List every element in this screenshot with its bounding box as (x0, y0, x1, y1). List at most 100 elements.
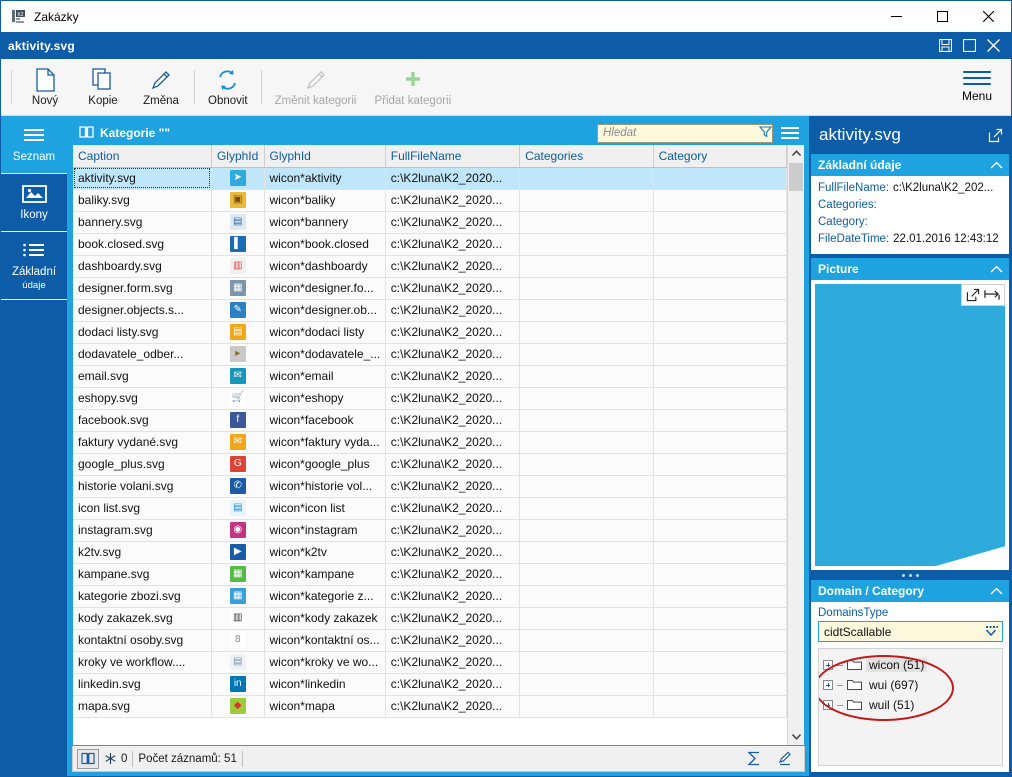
table-row[interactable]: google_plus.svgGwicon*google_plusc:\K2lu… (73, 453, 787, 475)
table-row[interactable]: dodaci listy.svg▤wicon*dodaci listyc:\K2… (73, 321, 787, 343)
cell-category (653, 519, 786, 541)
picture-preview[interactable] (815, 284, 1005, 566)
table-row[interactable]: faktury vydané.svg✉wicon*faktury vyda...… (73, 431, 787, 453)
cell-categories (520, 189, 653, 211)
change-category-button[interactable]: Změnit kategorii (266, 61, 366, 113)
chevron-down-icon[interactable] (984, 625, 999, 638)
table-row[interactable]: designer.objects.s...✎wicon*designer.ob.… (73, 299, 787, 321)
table-row[interactable]: email.svg✉wicon*emailc:\K2luna\K2_2020..… (73, 365, 787, 387)
instagram-icon: ◉ (230, 522, 246, 538)
table-row[interactable]: kampane.svg▦wicon*kampanec:\K2luna\K2_20… (73, 563, 787, 585)
close-icon[interactable] (987, 39, 1000, 52)
workflow-steps-icon: ▤ (230, 654, 246, 670)
tree-node[interactable]: wui (697) (823, 675, 998, 695)
sidebar-item-zakladni-udaje[interactable]: Základní údaje (1, 232, 67, 300)
tree-node[interactable]: wuil (51) (823, 695, 998, 715)
chevron-up-icon[interactable] (990, 265, 1005, 274)
table-row[interactable]: kroky ve workflow....▤wicon*kroky ve wo.… (73, 651, 787, 673)
table-row[interactable]: eshopy.svg🛒wicon*eshopyc:\K2luna\K2_2020… (73, 387, 787, 409)
save-icon[interactable] (939, 39, 952, 52)
table-row[interactable]: book.closed.svg▌wicon*book.closedc:\K2lu… (73, 233, 787, 255)
cell-category (653, 277, 786, 299)
scroll-down-arrow-icon[interactable] (788, 728, 805, 745)
close-button[interactable] (965, 1, 1011, 32)
funnel-icon[interactable] (759, 125, 772, 141)
scroll-up-arrow-icon[interactable] (788, 145, 805, 162)
column-header-glyphid[interactable]: GlyphId (264, 145, 385, 167)
copy-button[interactable]: Kopie (74, 61, 132, 113)
table-row[interactable]: kontaktní osoby.svg8wicon*kontaktní os..… (73, 629, 787, 651)
sigma-icon[interactable] (743, 749, 765, 769)
table-row[interactable]: k2tv.svg▶wicon*k2tvc:\K2luna\K2_2020... (73, 541, 787, 563)
cell-glyph-icon: ▥ (211, 255, 264, 277)
column-header-category[interactable]: Category (653, 145, 786, 167)
search-input[interactable] (603, 127, 759, 139)
svg-text:K2: K2 (17, 12, 23, 18)
book-open-icon[interactable] (77, 749, 99, 769)
scrollbar-thumb[interactable] (789, 163, 803, 191)
section-basic-data-header[interactable]: Základní údaje (811, 154, 1009, 176)
column-header-fullfilename[interactable]: FullFileName (385, 145, 519, 167)
menu-button[interactable]: Menu (949, 61, 1005, 113)
fit-width-icon[interactable] (984, 288, 1000, 302)
search-box[interactable] (597, 124, 773, 143)
table-row[interactable]: historie volani.svg✆wicon*historie vol..… (73, 475, 787, 497)
minimize-button[interactable] (873, 1, 919, 32)
table-row[interactable]: designer.form.svg▦wicon*designer.fo...c:… (73, 277, 787, 299)
expand-plus-icon[interactable] (823, 680, 833, 690)
grid-menu-icon[interactable] (779, 127, 801, 139)
table-row[interactable]: bannery.svg▤wicon*banneryc:\K2luna\K2_20… (73, 211, 787, 233)
open-external-icon[interactable] (966, 288, 980, 302)
tree-node-label: wuil (51) (866, 698, 917, 712)
domain-tree[interactable]: wicon (51)wui (697) wuil (51) (818, 648, 1003, 766)
panel-splitter-handle[interactable] (811, 570, 1009, 580)
tree-node[interactable]: wicon (51) (823, 655, 998, 675)
new-button[interactable]: Nový (16, 61, 74, 113)
detail-header: aktivity.svg (811, 116, 1009, 154)
section-domain-header[interactable]: Domain / Category (811, 580, 1009, 602)
shopping-cart-icon: 🛒 (230, 390, 246, 406)
column-header-categories[interactable]: Categories (520, 145, 653, 167)
expand-plus-icon[interactable] (823, 700, 833, 710)
table-row[interactable]: mapa.svg◆wicon*mapac:\K2luna\K2_2020... (73, 695, 787, 717)
grid-body: aktivity.svg➤wicon*aktivityc:\K2luna\K2_… (73, 167, 787, 717)
detail-panel: aktivity.svg Základní údaje FullFileName… (809, 116, 1011, 776)
chevron-up-icon[interactable] (990, 587, 1005, 596)
section-picture-header[interactable]: Picture (811, 258, 1009, 280)
edit-button[interactable]: Změna (132, 61, 190, 113)
sidebar-item-ikony[interactable]: Ikony (1, 174, 67, 232)
table-row[interactable]: dodavatele_odber...▸wicon*dodavatele_...… (73, 343, 787, 365)
section-basic-data-body: FullFileName: c:\K2luna\K2_202... Catego… (811, 176, 1009, 254)
table-row[interactable]: baliky.svg▣wicon*balikyc:\K2luna\K2_2020… (73, 189, 787, 211)
field-fullfilename: FullFileName: c:\K2luna\K2_202... (818, 180, 1004, 197)
table-row[interactable]: kody zakazek.svg▥wicon*kody zakazekc:\K2… (73, 607, 787, 629)
column-header-caption[interactable]: Caption (73, 145, 211, 167)
restore-icon[interactable] (963, 39, 976, 52)
cell-glyphid: wicon*baliky (264, 189, 385, 211)
table-row[interactable]: instagram.svg◉wicon*instagramc:\K2luna\K… (73, 519, 787, 541)
table-row[interactable]: icon list.svg▤wicon*icon listc:\K2luna\K… (73, 497, 787, 519)
table-row[interactable]: dashboardy.svg▥wicon*dashboardyc:\K2luna… (73, 255, 787, 277)
add-category-button[interactable]: Přidat kategorii (365, 61, 460, 113)
chevron-up-icon[interactable] (990, 161, 1005, 170)
left-navigation: Seznam Ikony Základní údaje (1, 116, 67, 776)
cell-glyphid: wicon*eshopy (264, 387, 385, 409)
sidebar-item-seznam[interactable]: Seznam (1, 116, 67, 174)
open-external-icon[interactable] (988, 128, 1003, 143)
snowflake-icon[interactable] (99, 749, 121, 769)
table-row[interactable]: kategorie zbozi.svg▦wicon*kategorie z...… (73, 585, 787, 607)
cell-glyph-icon: ▦ (211, 563, 264, 585)
expand-plus-icon[interactable] (823, 660, 833, 670)
table-row[interactable]: linkedin.svginwicon*linkedinc:\K2luna\K2… (73, 673, 787, 695)
column-header-glyphid-icon[interactable]: GlyphId (211, 145, 264, 167)
table-row[interactable]: aktivity.svg➤wicon*aktivityc:\K2luna\K2_… (73, 167, 787, 189)
maximize-button[interactable] (919, 1, 965, 32)
domainstype-select[interactable]: cidtScallable (818, 621, 1003, 642)
refresh-button[interactable]: Obnovit (199, 61, 257, 113)
table-row[interactable]: facebook.svgfwicon*facebookc:\K2luna\K2_… (73, 409, 787, 431)
field-filedatetime-key: FileDateTime: (818, 231, 889, 248)
grid-scroll-area: Caption GlyphId GlyphId FullFileName Cat… (73, 145, 787, 745)
cell-glyphid: wicon*mapa (264, 695, 385, 717)
pencil-icon[interactable] (774, 749, 796, 769)
grid-vertical-scrollbar[interactable] (787, 145, 804, 745)
